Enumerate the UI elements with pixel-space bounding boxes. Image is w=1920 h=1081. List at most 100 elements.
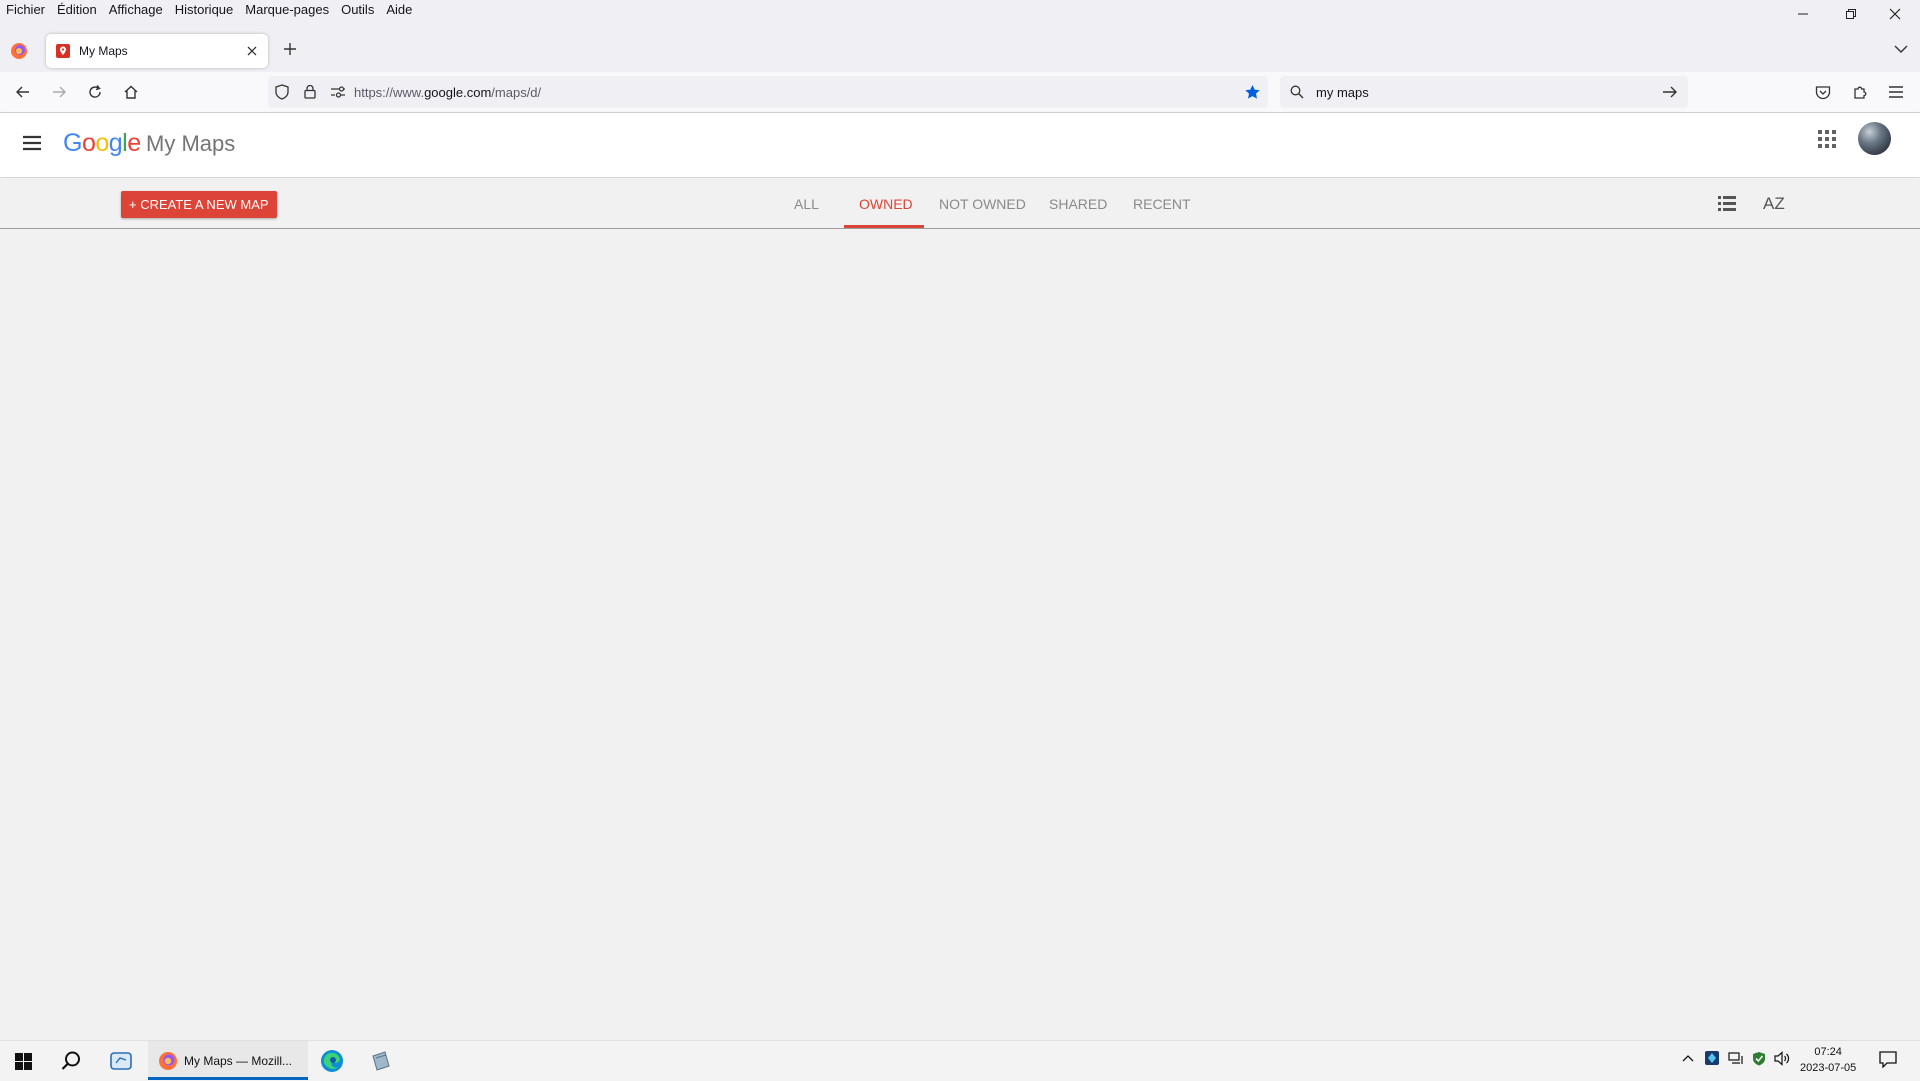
tab-all[interactable]: ALL — [794, 196, 819, 212]
new-tab-button[interactable] — [283, 42, 297, 56]
taskbar-app-button[interactable] — [106, 1046, 136, 1076]
tab-recent[interactable]: RECENT — [1133, 196, 1191, 212]
tab-owned[interactable]: OWNED — [859, 196, 913, 212]
tab-not-owned[interactable]: NOT OWNED — [939, 196, 1026, 212]
search-input[interactable]: my maps — [1316, 85, 1662, 100]
menu-marque-pages[interactable]: Marque-pages — [245, 1, 329, 18]
list-view-button[interactable] — [1718, 196, 1736, 211]
permissions-icon[interactable] — [330, 85, 346, 99]
list-all-tabs-button[interactable] — [1894, 44, 1908, 54]
search-icon — [1290, 85, 1304, 99]
reload-icon — [89, 85, 101, 98]
home-button[interactable] — [117, 78, 145, 106]
search-icon — [61, 1051, 80, 1070]
logo-letter: g — [108, 129, 123, 157]
close-icon — [1889, 8, 1901, 20]
app-title: My Maps — [146, 131, 236, 156]
extensions-button[interactable] — [1846, 78, 1874, 106]
maps-favicon-icon — [55, 43, 71, 59]
url-host: google.com — [424, 84, 492, 100]
logo-letter: e — [127, 129, 141, 157]
volume-icon[interactable] — [1774, 1051, 1791, 1066]
taskbar-search-button[interactable] — [56, 1046, 86, 1076]
lock-icon[interactable] — [304, 84, 316, 99]
logo-letter: G — [63, 129, 82, 157]
edge-icon — [321, 1050, 343, 1072]
firefox-icon — [158, 1051, 178, 1071]
tab-shared[interactable]: SHARED — [1049, 196, 1107, 212]
url-bar[interactable]: https://www.google.com/maps/d/ — [268, 76, 1268, 108]
restore-icon — [1846, 9, 1856, 19]
url-prefix: https://www. — [354, 84, 425, 100]
arrow-right-icon — [53, 86, 66, 98]
url-text[interactable]: https://www.google.com/maps/d/ — [354, 85, 541, 100]
pocket-icon — [1815, 85, 1831, 99]
taskbar-files-button[interactable] — [366, 1046, 396, 1076]
minimize-icon — [1798, 13, 1808, 15]
sort-az-button[interactable]: AZ — [1763, 194, 1785, 214]
reload-button[interactable] — [81, 78, 109, 106]
arrow-left-icon — [16, 86, 29, 98]
sort-az-icon: AZ — [1763, 194, 1785, 213]
menu-historique[interactable]: Historique — [175, 1, 234, 18]
logo-letter: o — [95, 129, 109, 157]
shield-icon[interactable] — [275, 84, 289, 100]
apps-grid-icon — [1818, 130, 1836, 148]
tab-my-maps[interactable]: My Maps — [46, 34, 268, 68]
url-path: /maps/d/ — [491, 84, 542, 100]
hamburger-icon — [23, 135, 41, 151]
menu-aide[interactable]: Aide — [386, 1, 412, 18]
list-view-icon — [1718, 196, 1736, 211]
close-icon — [247, 46, 257, 56]
files-icon — [372, 1051, 390, 1071]
system-clock[interactable]: 07:24 2023-07-05 — [1800, 1044, 1856, 1076]
firefox-view-button[interactable] — [10, 42, 28, 60]
puzzle-icon — [1854, 86, 1867, 99]
bookmark-star-button[interactable] — [1244, 84, 1261, 100]
chevron-up-icon — [1682, 1055, 1694, 1062]
logo-letter: o — [81, 129, 96, 157]
network-icon[interactable] — [1728, 1052, 1744, 1065]
clock-time: 07:24 — [1814, 1046, 1842, 1058]
start-button[interactable] — [8, 1046, 38, 1076]
tray-app-icon[interactable] — [1705, 1051, 1719, 1065]
hamburger-icon — [1889, 86, 1903, 98]
main-menu-button[interactable] — [22, 135, 42, 151]
app-menu-button[interactable] — [1882, 78, 1910, 106]
menu-items: Fichier Édition Affichage Historique Mar… — [6, 1, 412, 18]
maps-list-area — [0, 229, 1920, 1041]
active-tab-indicator — [844, 225, 924, 228]
pocket-button[interactable] — [1809, 78, 1837, 106]
firefox-icon — [11, 43, 27, 59]
account-avatar[interactable] — [1858, 122, 1891, 155]
google-apps-button[interactable] — [1818, 130, 1836, 148]
taskbar-edge-button[interactable] — [317, 1046, 347, 1076]
show-hidden-icons-button[interactable] — [1682, 1054, 1694, 1062]
menu-edition[interactable]: Édition — [57, 1, 97, 18]
taskbar-firefox-label: My Maps — Mozill... — [184, 1053, 293, 1068]
search-bar[interactable]: my maps — [1280, 76, 1688, 108]
chevron-down-icon — [1894, 45, 1908, 53]
security-shield-icon[interactable] — [1752, 1051, 1766, 1066]
search-go-button[interactable] — [1662, 85, 1678, 99]
tab-title: My Maps — [79, 44, 128, 58]
create-new-map-button[interactable]: + CREATE A NEW MAP — [121, 191, 277, 218]
my-maps-header — [0, 113, 1920, 177]
taskbar-firefox-button[interactable]: My Maps — Mozill... — [148, 1041, 308, 1080]
forward-button[interactable] — [45, 78, 73, 106]
tab-close-button[interactable] — [246, 45, 258, 57]
menu-fichier[interactable]: Fichier — [6, 1, 45, 18]
menu-affichage[interactable]: Affichage — [109, 1, 163, 18]
home-icon — [124, 85, 138, 99]
plus-icon — [284, 43, 296, 55]
arrow-right-icon — [1663, 86, 1677, 98]
windows-icon — [14, 1052, 32, 1070]
notifications-button[interactable] — [1879, 1051, 1897, 1068]
app-window-icon — [110, 1052, 132, 1070]
clock-date: 2023-07-05 — [1800, 1062, 1857, 1074]
google-logo[interactable]: G o o g l e — [63, 129, 141, 158]
star-icon — [1245, 85, 1260, 99]
back-button[interactable] — [9, 78, 37, 106]
notification-icon — [1879, 1051, 1897, 1068]
menu-outils[interactable]: Outils — [341, 1, 374, 18]
